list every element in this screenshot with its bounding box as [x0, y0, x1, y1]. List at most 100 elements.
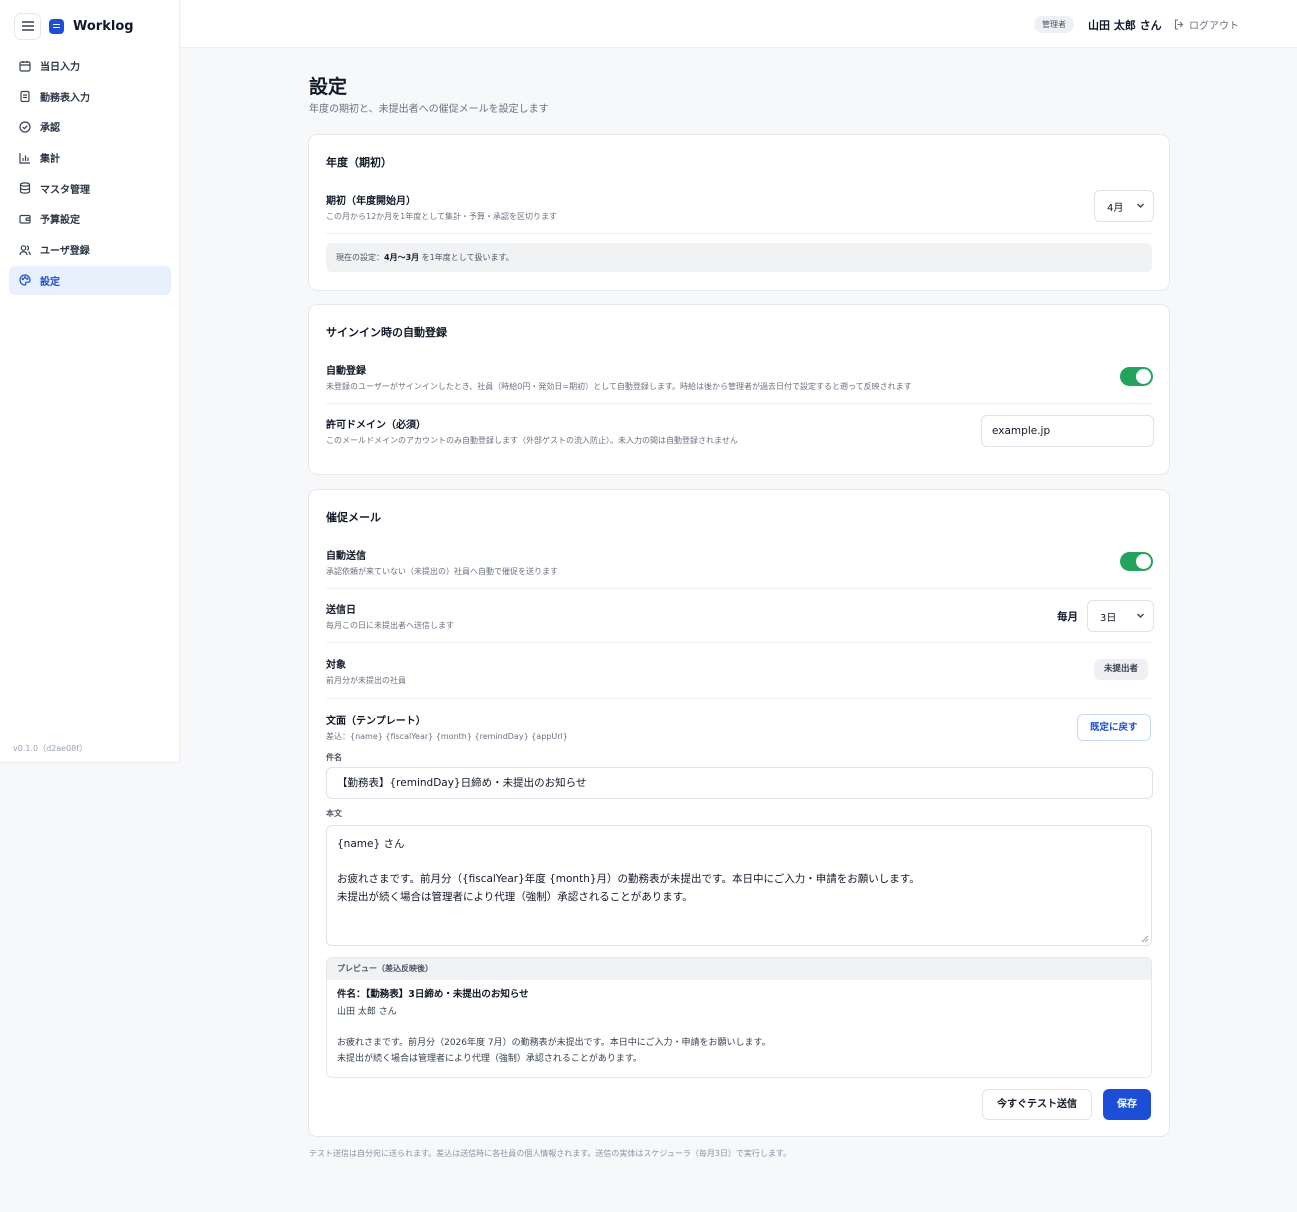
- sidebar-item-timesheet[interactable]: 勤務表入力: [9, 82, 171, 111]
- page-title: 設定: [309, 76, 348, 98]
- sidebar-nav: 当日入力 勤務表入力 承認 集計 マスタ管理 予算設定 ユーザ登録 設定: [9, 51, 171, 297]
- target-badge: 未提出者: [1094, 659, 1149, 680]
- send-day-prefix: 毎月: [1057, 611, 1078, 623]
- sidebar-item-label: 承認: [40, 123, 60, 135]
- page-subtitle: 年度の期初と、未提出者への催促メールを設定します: [309, 104, 549, 115]
- preview-line: お疲れさまです。前月分（2026年度 7月）の勤務表が未提出です。本日中にご入力…: [337, 1038, 771, 1048]
- reset-default-button[interactable]: 既定に戻す: [1077, 714, 1151, 741]
- fiscal-start-desc: この月から12か月を1年度として集計・予算・承認を区切ります: [326, 212, 558, 221]
- sidebar-item-budget[interactable]: 予算設定: [9, 204, 171, 233]
- sidebar-item-label: ユーザ登録: [40, 246, 90, 258]
- logout-button[interactable]: ログアウト: [1174, 17, 1239, 32]
- resize-handle-icon[interactable]: [1141, 935, 1149, 943]
- divider: [326, 588, 1152, 589]
- save-button[interactable]: 保存: [1103, 1089, 1151, 1120]
- calendar-icon: [18, 59, 32, 73]
- sidebar-item-master[interactable]: マスタ管理: [9, 174, 171, 203]
- menu-toggle-button[interactable]: [14, 12, 41, 40]
- sidebar: Worklog 当日入力 勤務表入力 承認 集計 マスタ管理 予算設定 ユーザ登…: [0, 0, 180, 763]
- auto-send-toggle[interactable]: [1120, 552, 1153, 571]
- sidebar-item-users[interactable]: ユーザ登録: [9, 235, 171, 264]
- clipboard-icon: [18, 89, 32, 103]
- card-title: 年度（期初）: [326, 156, 392, 169]
- sidebar-item-daily-input[interactable]: 当日入力: [9, 51, 171, 80]
- divider: [326, 233, 1152, 234]
- target-desc: 前月分が未提出の社員: [326, 676, 406, 685]
- reminder-card: 催促メール 自動送信 承認依頼が来ていない（未提出の）社員へ自動で催促を送ります…: [308, 489, 1170, 1137]
- domain-label: 許可ドメイン（必須）: [326, 420, 426, 431]
- body-line: 未提出が続く場合は管理者により代理（強制）承認されることがあります。: [337, 890, 693, 903]
- auto-register-label: 自動登録: [326, 366, 366, 377]
- selected-value: 3日: [1100, 612, 1117, 624]
- preview-label: プレビュー（差込反映後）: [327, 958, 1151, 980]
- sidebar-item-label: マスタ管理: [40, 184, 90, 196]
- info-suffix: を1年度として扱います。: [419, 253, 514, 262]
- auto-send-desc: 承認依頼が来ていない（未提出の）社員へ自動で催促を送ります: [326, 567, 558, 576]
- logout-icon: [1174, 19, 1184, 30]
- chevron-down-icon: [1137, 613, 1144, 618]
- logout-label: ログアウト: [1189, 21, 1239, 32]
- role-badge: 管理者: [1034, 16, 1074, 33]
- app-name[interactable]: Worklog: [73, 19, 134, 34]
- fiscal-start-select[interactable]: 4月: [1094, 190, 1154, 222]
- preview-line: [337, 1020, 1141, 1035]
- divider: [326, 698, 1152, 699]
- template-vars: 差込：{name} {fiscalYear} {month} {remindDa…: [326, 732, 568, 741]
- info-prefix: 現在の設定：: [336, 253, 384, 262]
- info-range: 4月〜3月: [384, 253, 420, 262]
- sidebar-item-settings[interactable]: 設定: [9, 265, 171, 295]
- sidebar-item-label: 予算設定: [40, 215, 80, 227]
- users-icon: [18, 243, 32, 257]
- wallet-icon: [18, 212, 32, 226]
- preview-body: 件名：【勤務表】3日締め・未提出のお知らせ 山田 太郎 さん お疲れさまです。前…: [327, 980, 1151, 1074]
- preview-panel: プレビュー（差込反映後） 件名：【勤務表】3日締め・未提出のお知らせ 山田 太郎…: [326, 957, 1152, 1078]
- user-name: 山田 太郎 さん: [1088, 19, 1162, 32]
- body-line: [337, 854, 1141, 872]
- test-send-button[interactable]: 今すぐテスト送信: [982, 1089, 1092, 1120]
- fiscal-start-label: 期初（年度開始月）: [326, 196, 416, 207]
- body-textarea[interactable]: {name} さん お疲れさまです。前月分（{fiscalYear}年度 {mo…: [326, 825, 1152, 946]
- body-line: {name} さん: [337, 838, 405, 850]
- send-day-label: 送信日: [326, 605, 356, 616]
- logo-icon: [49, 18, 64, 34]
- auto-register-desc: 未登録のユーザーがサインインしたとき、社員（時給0円・発効日=期初）として自動登…: [326, 382, 912, 391]
- signin-card: サインイン時の自動登録 自動登録 未登録のユーザーがサインインしたとき、社員（時…: [308, 304, 1170, 475]
- card-title: 催促メール: [326, 511, 381, 524]
- auto-register-toggle[interactable]: [1120, 367, 1153, 386]
- card-title: サインイン時の自動登録: [326, 326, 447, 339]
- chevron-down-icon: [1137, 203, 1144, 208]
- preview-line: 未提出が続く場合は管理者により代理（強制）承認されることがあります。: [337, 1054, 642, 1064]
- send-day-select[interactable]: 3日: [1087, 600, 1154, 632]
- sidebar-item-label: 集計: [40, 154, 60, 166]
- selected-value: 4月: [1107, 202, 1124, 214]
- footnote: テスト送信は自分宛に送られます。差込は送信時に各社員の個人情報されます。送信の実…: [309, 1149, 792, 1158]
- sidebar-item-label: 勤務表入力: [40, 92, 90, 104]
- subject-label: 件名: [326, 753, 342, 762]
- template-label: 文面（テンプレート）: [326, 716, 426, 727]
- app-version: v0.1.0（d2ae08f）: [13, 744, 88, 753]
- brand: Worklog: [14, 12, 134, 40]
- send-day-desc: 毎月この日に未提出者へ送信します: [326, 621, 454, 630]
- bar-chart-icon: [18, 151, 32, 165]
- top-bar: 管理者 山田 太郎 さん ログアウト: [181, 0, 1297, 48]
- fiscal-info-box: 現在の設定：4月〜3月 を1年度として扱います。: [326, 243, 1152, 272]
- preview-subject: 件名：【勤務表】3日締め・未提出のお知らせ: [337, 989, 529, 1000]
- sidebar-item-label: 当日入力: [40, 62, 80, 73]
- sidebar-item-summary[interactable]: 集計: [9, 143, 171, 172]
- sidebar-item-label: 設定: [40, 276, 60, 288]
- hamburger-icon: [21, 21, 34, 31]
- fiscal-year-card: 年度（期初） 期初（年度開始月） この月から12か月を1年度として集計・予算・承…: [308, 134, 1170, 291]
- divider: [326, 642, 1152, 643]
- auto-send-label: 自動送信: [326, 551, 366, 562]
- target-label: 対象: [326, 660, 346, 671]
- subject-input[interactable]: 【勤務表】{remindDay}日締め・未提出のお知らせ: [326, 767, 1153, 799]
- palette-icon: [18, 273, 32, 287]
- body-line: お疲れさまです。前月分（{fiscalYear}年度 {month}月）の勤務表…: [337, 873, 920, 885]
- database-icon: [18, 181, 32, 195]
- domain-input[interactable]: example.jp: [981, 415, 1154, 447]
- sidebar-item-approval[interactable]: 承認: [9, 112, 171, 141]
- check-circle-icon: [18, 120, 32, 134]
- divider: [326, 403, 1152, 404]
- preview-line: 山田 太郎 さん: [337, 1007, 397, 1017]
- domain-desc: このメールドメインのアカウントのみ自動登録します（外部ゲストの流入防止）。未入力…: [326, 436, 738, 445]
